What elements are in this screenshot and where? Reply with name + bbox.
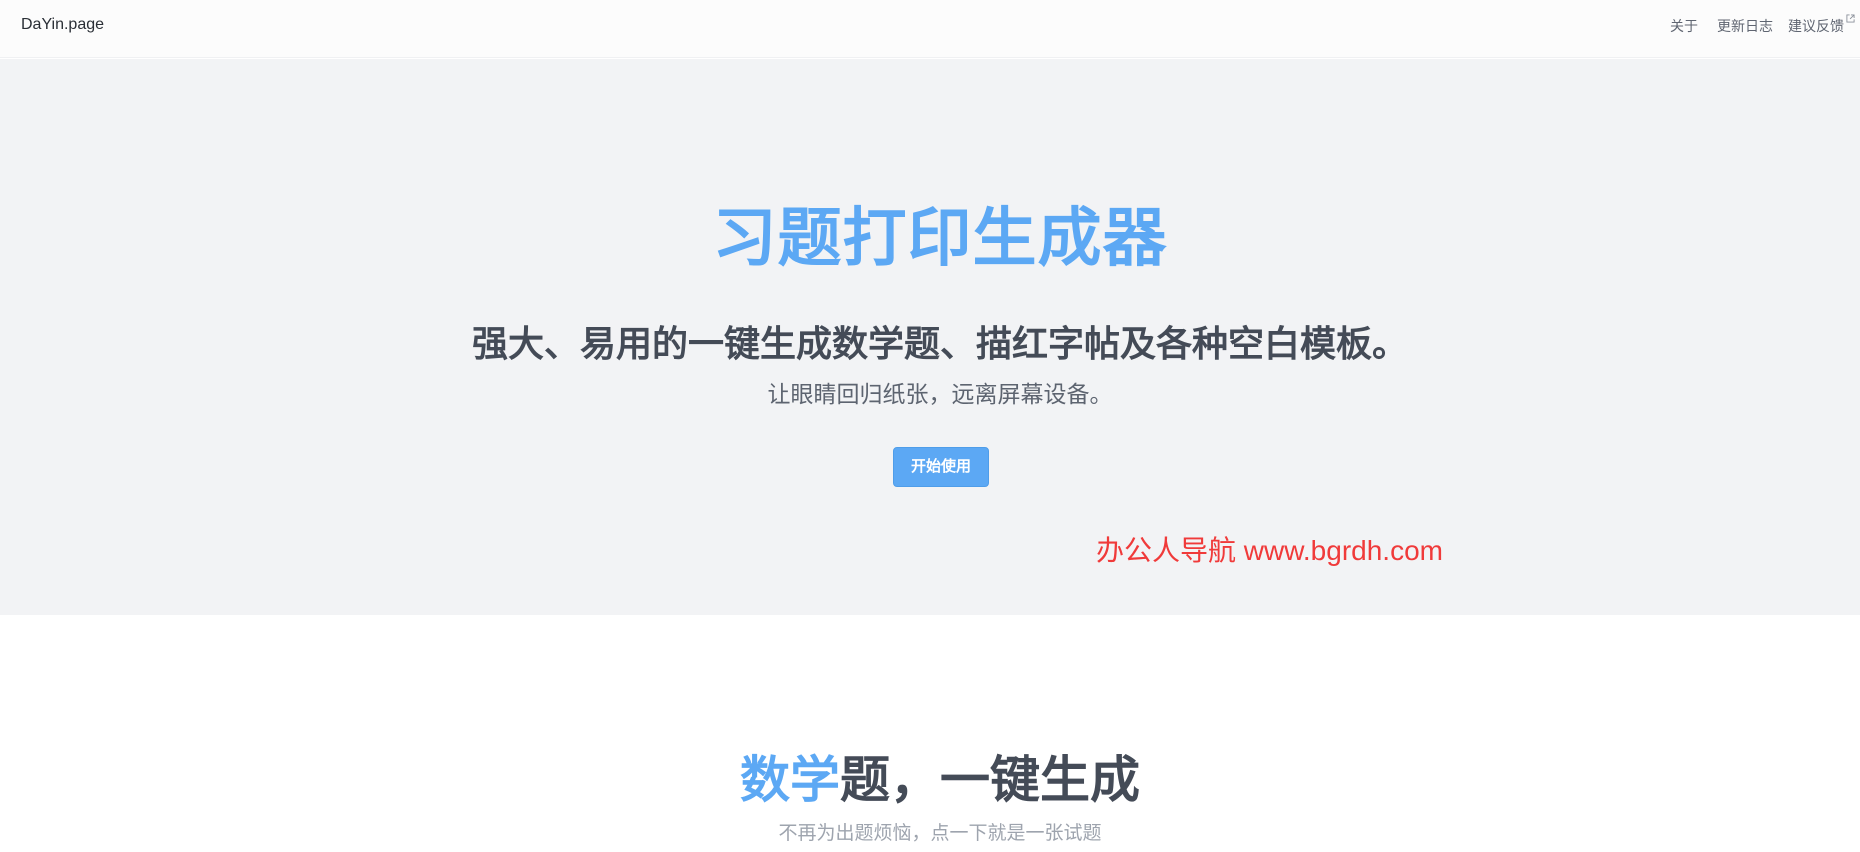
external-link-icon	[1846, 14, 1855, 23]
nav-link-feedback[interactable]: 建议反馈	[1788, 16, 1844, 36]
hero-subtitle: 强大、易用的一键生成数学题、描红字帖及各种空白模板。	[471, 323, 1408, 364]
math-section-description: 不再为出题烦恼，点一下就是一张试题	[778, 823, 1102, 844]
top-navbar: DaYin.page 关于 更新日志 建议反馈	[0, 0, 1860, 58]
hero-section: 习题打印生成器 强大、易用的一键生成数学题、描红字帖及各种空白模板。 让眼睛回归…	[0, 59, 1860, 615]
nav-links: 关于 更新日志 建议反馈	[1670, 14, 1860, 36]
hero-title: 习题打印生成器	[712, 202, 1168, 274]
math-section-title-accent: 数学	[740, 752, 840, 808]
math-section-title-rest: 题，一键生成	[840, 752, 1140, 808]
hero-tagline: 让眼睛回归纸张，远离屏幕设备。	[767, 381, 1113, 407]
nav-link-changelog[interactable]: 更新日志	[1717, 16, 1773, 36]
math-section-title: 数学题，一键生成	[0, 740, 1860, 812]
nav-link-about[interactable]: 关于	[1670, 16, 1698, 36]
start-button[interactable]: 开始使用	[893, 447, 989, 487]
watermark-text: 办公人导航 www.bgrdh.com	[1096, 535, 1443, 566]
brand-link[interactable]: DaYin.page	[21, 16, 104, 34]
